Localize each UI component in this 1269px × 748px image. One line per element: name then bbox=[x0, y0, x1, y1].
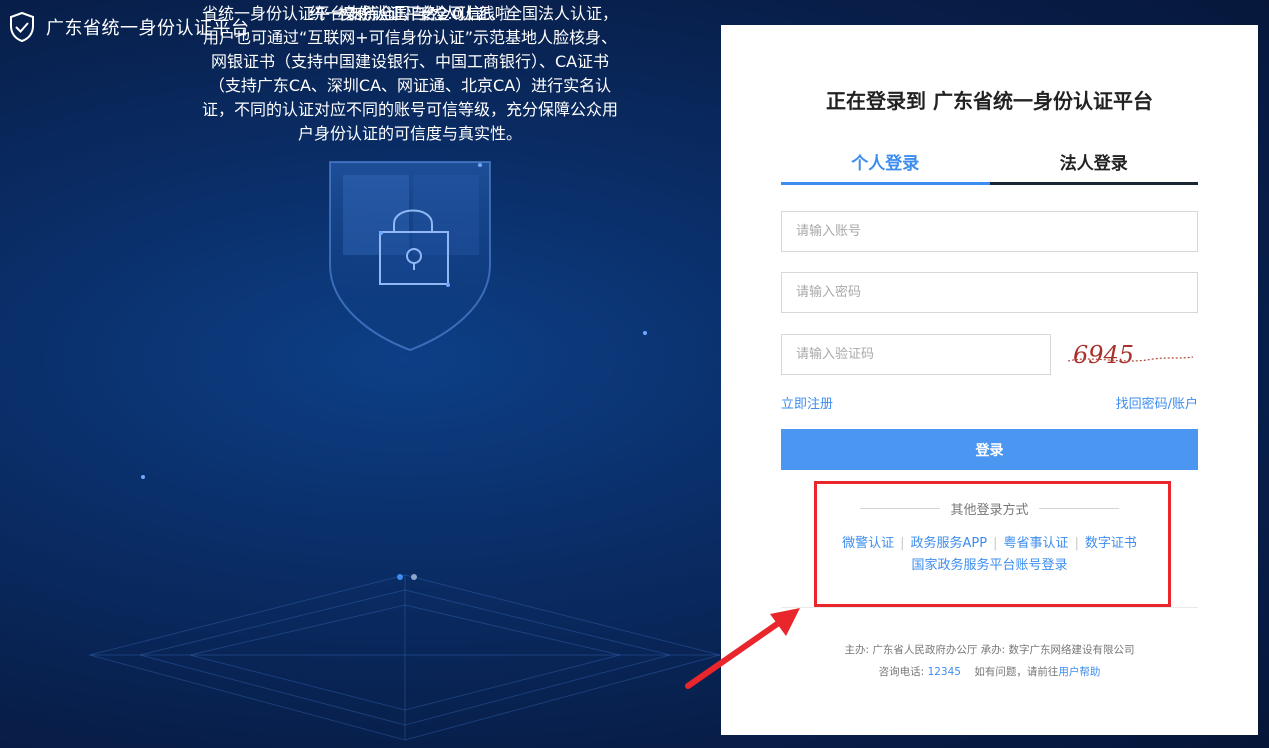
forgot-password-link[interactable]: 找回密码/账户 bbox=[1116, 393, 1198, 412]
account-input[interactable] bbox=[782, 212, 1197, 251]
captcha-input[interactable] bbox=[782, 335, 1050, 374]
user-help-link[interactable]: 用户帮助 bbox=[1058, 666, 1100, 678]
footer-help-prefix: 如有问题，请前往 bbox=[974, 666, 1059, 678]
auth-links: 立即注册 找回密码/账户 bbox=[781, 393, 1198, 412]
annotation-highlight-box bbox=[814, 481, 1171, 607]
footer-divider bbox=[781, 607, 1198, 608]
footer-phone[interactable]: 12345 bbox=[928, 666, 961, 678]
login-tabs: 个人登录 法人登录 bbox=[781, 149, 1198, 185]
tab-corporate-login[interactable]: 法人登录 bbox=[989, 149, 1198, 185]
carousel-dots bbox=[397, 574, 417, 580]
register-link[interactable]: 立即注册 bbox=[781, 393, 833, 412]
tab-personal-login[interactable]: 个人登录 bbox=[781, 149, 990, 185]
captcha-image[interactable]: 6945 bbox=[1063, 335, 1198, 375]
account-field bbox=[781, 211, 1198, 252]
captcha-text: 6945 bbox=[1073, 341, 1134, 369]
footer-phone-label: 咨询电话: bbox=[878, 666, 925, 678]
password-field bbox=[781, 272, 1198, 313]
password-input[interactable] bbox=[782, 273, 1197, 312]
promo-description: 省统一身份认证平台支持全国自然人认证、全国法人认证，用户也可通过“互联网+可信身… bbox=[201, 4, 618, 143]
login-button[interactable]: 登录 bbox=[781, 429, 1198, 470]
carousel-dot[interactable] bbox=[397, 574, 403, 580]
login-title: 正在登录到 广东省统一身份认证平台 bbox=[826, 89, 1153, 113]
captcha-field bbox=[781, 334, 1051, 375]
annotation-arrow-icon bbox=[685, 608, 800, 689]
carousel-dot[interactable] bbox=[411, 574, 417, 580]
